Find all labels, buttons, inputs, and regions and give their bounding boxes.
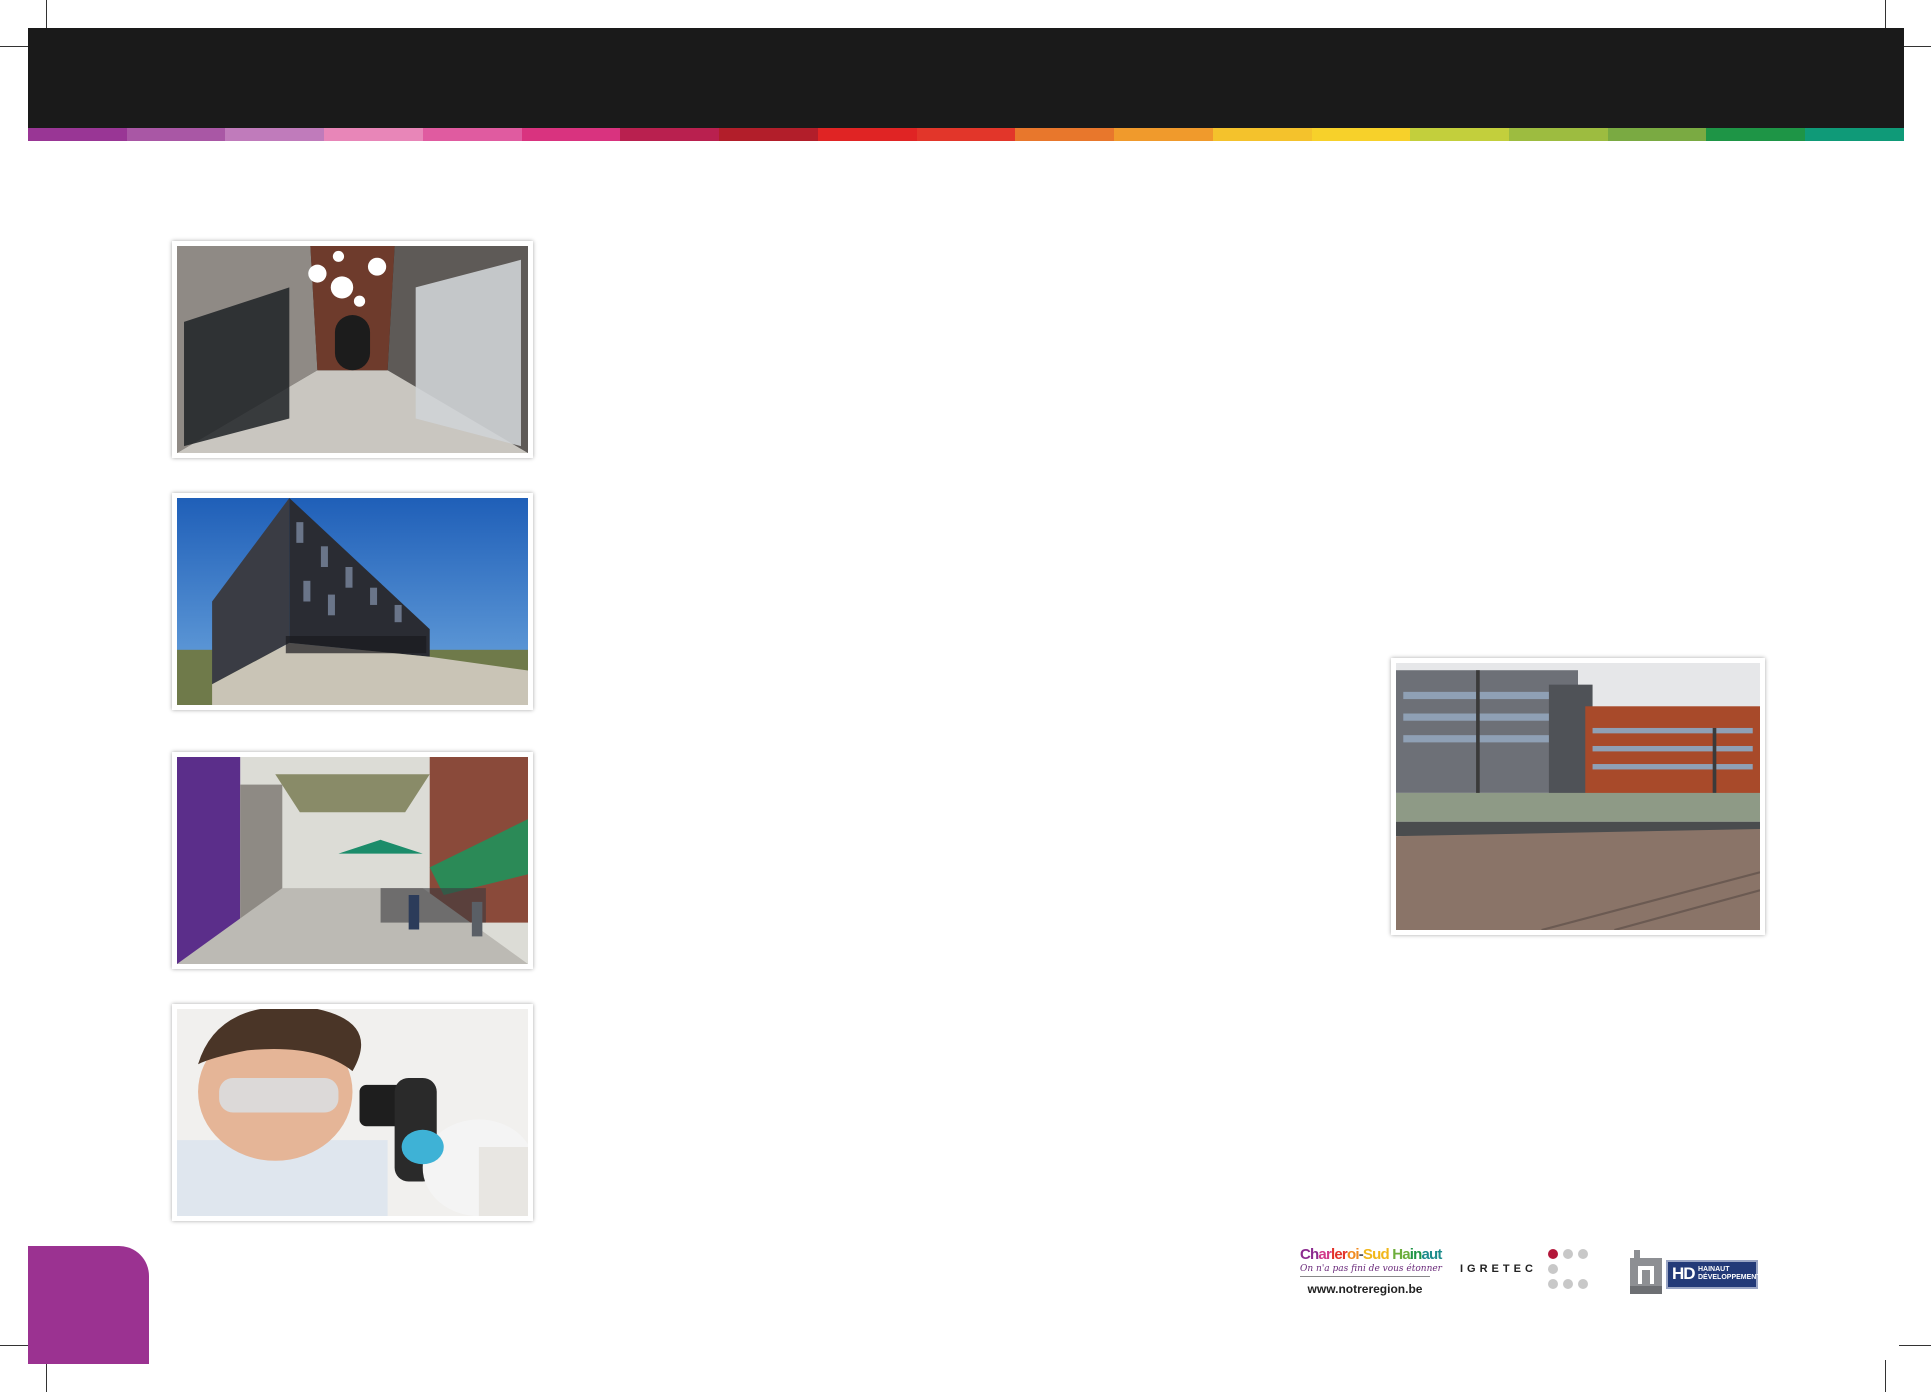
stripe-segment — [1607, 128, 1707, 141]
igretec-dot-icon — [1578, 1249, 1588, 1259]
header-band — [28, 28, 1904, 128]
stripe-segment — [324, 128, 423, 141]
stripe-segment — [620, 128, 720, 141]
page-tab — [28, 1246, 149, 1364]
color-stripe — [28, 128, 1904, 141]
charleroi-sud-hainaut-logo: Charleroi-Sud Hainaut On n'a pas fini de… — [1300, 1246, 1442, 1296]
crop-mark-bottom-left-v — [46, 1360, 47, 1392]
pedestrian-street-photo — [172, 752, 533, 969]
stripe-segment — [916, 128, 1016, 141]
stripe-segment — [28, 128, 127, 141]
igretec-dot-icon — [1578, 1279, 1588, 1289]
igretec-dot-icon — [1563, 1279, 1573, 1289]
igretec-dot-icon — [1548, 1279, 1558, 1289]
igretec-logo: IGRETEC — [1460, 1248, 1595, 1294]
stripe-segment — [521, 128, 621, 141]
stripe-segment — [1311, 128, 1411, 141]
charleroi-sud-hainaut-wordmark: Charleroi-Sud Hainaut — [1300, 1246, 1442, 1263]
hainaut-developpement-name: HAINAUT DÉVELOPPEMENT — [1698, 1266, 1761, 1281]
stripe-segment — [1410, 128, 1510, 141]
crop-mark-bottom-right-v — [1885, 1360, 1886, 1392]
stripe-segment — [1509, 128, 1608, 141]
province-hainaut-icon — [1630, 1250, 1662, 1294]
scientist-microscope-photo — [172, 1004, 533, 1221]
wordmark-part: ler — [1331, 1246, 1348, 1263]
charleroi-tagline: On n'a pas fini de vous étonner — [1300, 1264, 1442, 1277]
stripe-segment — [817, 128, 917, 141]
modern-building-photo — [172, 493, 533, 710]
stripe-segment — [1015, 128, 1115, 141]
stripe-segment — [422, 128, 522, 141]
wordmark-part: ar — [1318, 1246, 1331, 1263]
hd-letters: HD — [1672, 1264, 1696, 1283]
crop-mark-bottom-right-h — [1899, 1345, 1931, 1346]
wordmark-part: oi — [1346, 1246, 1360, 1263]
interior-corridor-photo — [172, 241, 533, 458]
wordmark-part: Ch — [1300, 1246, 1319, 1263]
hainaut-developpement-logo: HD HAINAUT DÉVELOPPEMENT — [1628, 1244, 1761, 1294]
notreregion-url: www.notreregion.be — [1307, 1282, 1423, 1296]
wordmark-part: Sud — [1362, 1246, 1393, 1263]
hainaut-developpement-badge: HD HAINAUT DÉVELOPPEMENT — [1666, 1260, 1761, 1289]
igretec-wordmark: IGRETEC — [1460, 1263, 1537, 1275]
igretec-dot-icon — [1548, 1264, 1558, 1274]
wordmark-part: Ha — [1392, 1246, 1410, 1263]
stripe-segment — [719, 128, 818, 141]
igretec-dot-icon — [1548, 1249, 1558, 1259]
stripe-segment — [1706, 128, 1806, 141]
wordmark-part: in — [1409, 1246, 1423, 1263]
stripe-segment — [225, 128, 325, 141]
stripe-segment — [1212, 128, 1312, 141]
stripe-segment — [1114, 128, 1213, 141]
stripe-segment — [126, 128, 226, 141]
igretec-dot-icon — [1563, 1249, 1573, 1259]
office-buildings-tram-photo — [1391, 658, 1765, 935]
wordmark-part: aut — [1421, 1246, 1443, 1263]
stripe-segment — [1805, 128, 1904, 141]
